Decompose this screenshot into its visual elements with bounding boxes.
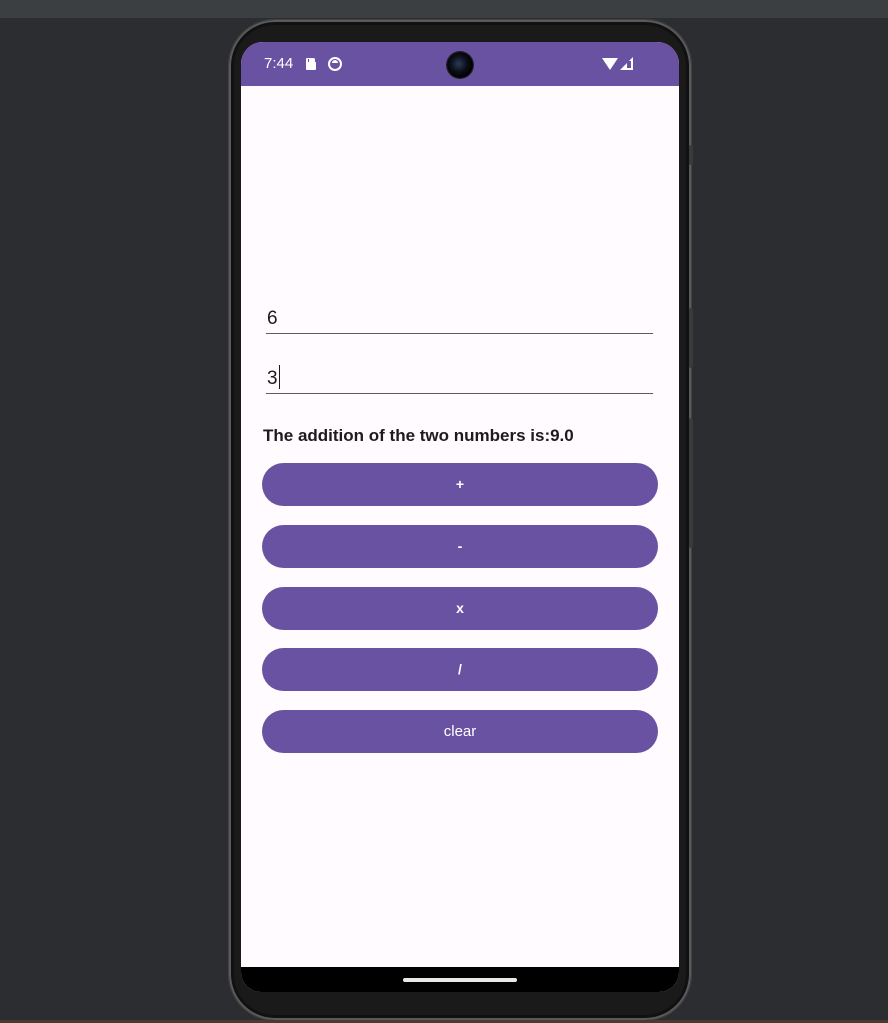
sync-icon bbox=[328, 57, 342, 71]
multiply-button[interactable]: x bbox=[262, 587, 658, 630]
device-screen: 7:44 6 3 The addition of the two numbers… bbox=[241, 42, 679, 992]
add-button[interactable]: + bbox=[262, 463, 658, 506]
device-volume-button bbox=[689, 418, 693, 548]
second-number-input[interactable]: 3 bbox=[266, 364, 653, 394]
result-label: The addition of the two numbers is:9.0 bbox=[263, 426, 574, 445]
home-indicator[interactable] bbox=[403, 978, 517, 982]
camera-cutout bbox=[447, 52, 473, 78]
divide-button[interactable]: / bbox=[262, 648, 658, 691]
first-number-input[interactable]: 6 bbox=[266, 304, 653, 334]
status-bar: 7:44 bbox=[241, 42, 679, 86]
clear-button[interactable]: clear bbox=[262, 710, 658, 753]
signal-icon bbox=[620, 57, 633, 70]
host-window-top-strip bbox=[0, 0, 888, 18]
sd-card-icon bbox=[306, 58, 316, 70]
device-power-button bbox=[689, 308, 693, 368]
text-cursor bbox=[278, 365, 280, 389]
second-number-value: 3 bbox=[267, 368, 278, 389]
subtract-button[interactable]: - bbox=[262, 525, 658, 568]
first-number-value: 6 bbox=[267, 308, 278, 329]
status-time: 7:44 bbox=[264, 55, 294, 72]
wifi-icon bbox=[602, 58, 618, 70]
device-side-button bbox=[689, 145, 693, 165]
navigation-bar bbox=[241, 967, 679, 992]
